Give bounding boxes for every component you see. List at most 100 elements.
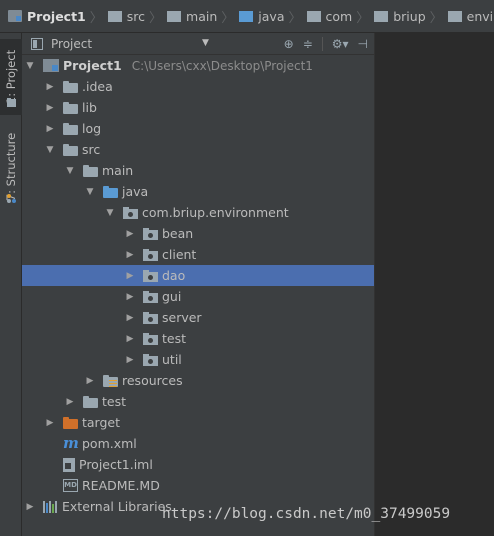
breadcrumb-separator: 〉: [89, 10, 103, 26]
tree-row-lib[interactable]: ▶ lib: [22, 97, 374, 118]
tree-item-label: README.MD: [82, 478, 160, 493]
tree-item-label: util: [162, 352, 182, 367]
locate-icon[interactable]: ⊕: [284, 38, 294, 50]
breadcrumb-label: src: [126, 8, 146, 24]
tree-item-label: Project1.iml: [79, 457, 153, 472]
breadcrumb-item-environment[interactable]: environment: [447, 5, 494, 27]
folder-icon: [63, 122, 78, 135]
folder-icon: [63, 416, 78, 429]
breadcrumb-separator: 〉: [221, 10, 235, 26]
tree-row-readme-md[interactable]: ▶MDREADME.MD: [22, 475, 374, 496]
project-path: C:\Users\cxx\Desktop\Project1: [131, 58, 313, 73]
collapsed-arrow-icon[interactable]: ▶: [125, 334, 135, 344]
tree-item-label: test: [162, 331, 187, 346]
libraries-icon: [43, 500, 58, 513]
tree-item-label: Project1: [63, 58, 122, 73]
tree-row-idea[interactable]: ▶ .idea: [22, 76, 374, 97]
tree-row-util[interactable]: ▶ util: [22, 349, 374, 370]
breadcrumb-label: main: [186, 8, 218, 24]
breadcrumb-item-com[interactable]: com: [306, 5, 353, 27]
collapse-all-icon[interactable]: ≑: [303, 38, 313, 50]
collapsed-arrow-icon[interactable]: ▶: [125, 250, 135, 260]
tree-row-src[interactable]: ▼ src: [22, 139, 374, 160]
tree-row-test[interactable]: ▶ test: [22, 391, 374, 412]
collapsed-arrow-icon[interactable]: ▶: [45, 82, 55, 92]
editor-area[interactable]: [374, 33, 494, 536]
tree-row-main[interactable]: ▼ main: [22, 160, 374, 181]
collapsed-arrow-icon[interactable]: ▶: [125, 292, 135, 302]
tree-row-dao[interactable]: ▶ dao: [22, 265, 374, 286]
tree-row-server[interactable]: ▶ server: [22, 307, 374, 328]
tree-row-target[interactable]: ▶ target: [22, 412, 374, 433]
tree-row-com-briup-environment[interactable]: ▼ com.briup.environment: [22, 202, 374, 223]
collapsed-arrow-icon[interactable]: ▶: [125, 355, 135, 365]
folder-icon: [83, 395, 98, 408]
triangle-down-icon[interactable]: ▼: [202, 38, 209, 48]
folder-icon: [447, 10, 462, 22]
breadcrumb-item-src[interactable]: src: [107, 5, 146, 27]
breadcrumb-label: Project1: [27, 8, 86, 24]
expanded-arrow-icon[interactable]: ▼: [105, 208, 115, 218]
breadcrumb-label: briup: [393, 8, 426, 24]
project-panel: Project ▼ ⊕ ≑ ⚙▾ ⊣ ▼ Project1 C:\Users\cxx…: [22, 33, 374, 536]
breadcrumb: Project1〉src〉main〉java〉com〉briup〉environ…: [0, 0, 494, 33]
watermark-text: https://blog.csdn.net/m0_37499059: [162, 506, 451, 522]
folder-icon: [63, 101, 78, 114]
tree-row-pom-xml[interactable]: ▶mpom.xml: [22, 433, 374, 454]
expanded-arrow-icon[interactable]: ▼: [45, 145, 55, 155]
tree-item-label: gui: [162, 289, 182, 304]
folder-icon: [107, 10, 122, 22]
package-icon: [143, 227, 158, 240]
breadcrumb-item-java[interactable]: java: [239, 5, 285, 27]
folder-icon: [167, 10, 182, 22]
breadcrumb-separator: 〉: [288, 10, 302, 26]
breadcrumb-label: com: [325, 8, 353, 24]
breadcrumb-separator: 〉: [356, 10, 370, 26]
package-icon: [143, 248, 158, 261]
folder-icon: [63, 143, 78, 156]
project-icon: [8, 10, 22, 22]
collapsed-arrow-icon[interactable]: ▶: [125, 313, 135, 323]
panel-actions: ⊕ ≑ ⚙▾ ⊣: [284, 33, 368, 55]
expanded-arrow-icon[interactable]: ▼: [25, 61, 35, 71]
collapsed-arrow-icon[interactable]: ▶: [125, 229, 135, 239]
tree-row-java[interactable]: ▼ java: [22, 181, 374, 202]
tree-item-label: src: [82, 142, 101, 157]
collapsed-arrow-icon[interactable]: ▶: [45, 124, 55, 134]
project-icon: [43, 59, 59, 72]
breadcrumb-item-project1[interactable]: Project1: [8, 5, 86, 27]
maven-icon: m: [63, 433, 79, 452]
hide-panel-icon[interactable]: ⊣: [358, 38, 368, 50]
resources-folder-icon: [103, 374, 118, 387]
tree-item-label: server: [162, 310, 202, 325]
collapsed-arrow-icon[interactable]: ▶: [125, 271, 135, 281]
expanded-arrow-icon[interactable]: ▼: [65, 166, 75, 176]
settings-icon[interactable]: ⚙▾: [332, 38, 349, 50]
tree-row-test[interactable]: ▶ test: [22, 328, 374, 349]
breadcrumb-separator: 〉: [149, 10, 163, 26]
tree-row-project1[interactable]: ▼ Project1 C:\Users\cxx\Desktop\Project1: [22, 55, 374, 76]
tree-item-label: main: [102, 163, 134, 178]
tree-row-resources[interactable]: ▶ resources: [22, 370, 374, 391]
project-view-selector[interactable]: Project: [51, 37, 92, 51]
tree-item-label: java: [122, 184, 149, 199]
collapsed-arrow-icon[interactable]: ▶: [65, 397, 75, 407]
breadcrumb-item-briup[interactable]: briup: [374, 5, 426, 27]
package-icon: [143, 332, 158, 345]
tree-row-project1-iml[interactable]: ▶Project1.iml: [22, 454, 374, 475]
package-icon: [143, 269, 158, 282]
breadcrumb-item-main[interactable]: main: [167, 5, 217, 27]
expanded-arrow-icon[interactable]: ▼: [85, 187, 95, 197]
collapsed-arrow-icon[interactable]: ▶: [45, 418, 55, 428]
tree-item-label: com.briup.environment: [142, 205, 289, 220]
collapsed-arrow-icon[interactable]: ▶: [45, 103, 55, 113]
breadcrumb-label: environment: [466, 8, 494, 24]
collapsed-arrow-icon[interactable]: ▶: [25, 502, 35, 512]
tree-row-client[interactable]: ▶ client: [22, 244, 374, 265]
tree-row-log[interactable]: ▶ log: [22, 118, 374, 139]
collapsed-arrow-icon[interactable]: ▶: [85, 376, 95, 386]
tree-row-bean[interactable]: ▶ bean: [22, 223, 374, 244]
tree-row-gui[interactable]: ▶ gui: [22, 286, 374, 307]
package-icon: [143, 290, 158, 303]
folder-icon: [63, 80, 78, 93]
